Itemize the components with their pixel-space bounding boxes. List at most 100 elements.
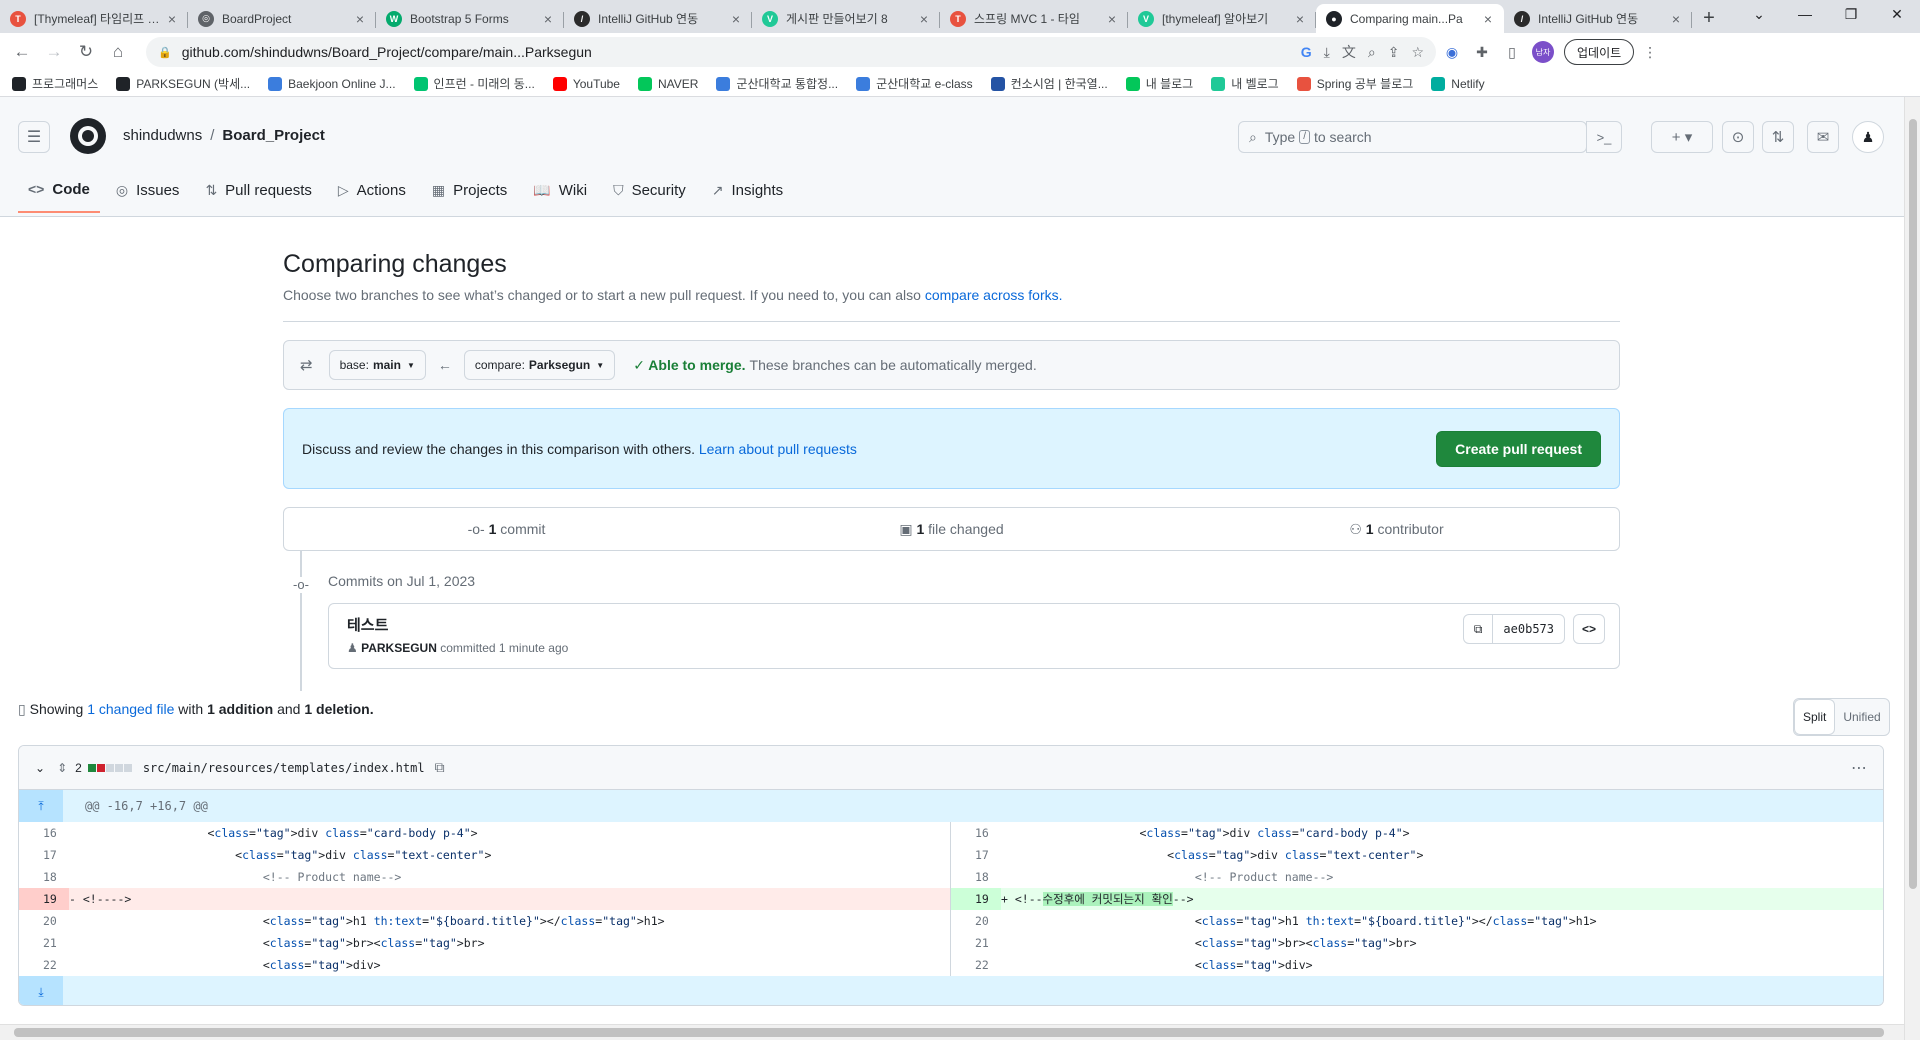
horizontal-scrollbar[interactable] bbox=[0, 1024, 1904, 1040]
repo-owner-link[interactable]: shindudwns bbox=[123, 127, 202, 144]
repo-tab-projects[interactable]: ▦ Projects bbox=[422, 167, 517, 213]
browser-tab[interactable]: / IntelliJ GitHub 연동 × bbox=[1504, 4, 1692, 33]
repo-tab-actions[interactable]: ▷ Actions bbox=[328, 167, 416, 213]
right-line-number[interactable]: 18 bbox=[951, 866, 1001, 888]
vertical-scrollbar[interactable] bbox=[1904, 97, 1920, 1040]
contributors-tab[interactable]: ⚇ 1 contributor bbox=[1174, 521, 1619, 538]
commit-author-link[interactable]: PARKSEGUN bbox=[361, 641, 437, 655]
repo-tab-issues[interactable]: ◎ Issues bbox=[106, 167, 190, 213]
lock-icon[interactable]: 🔒 bbox=[158, 46, 172, 59]
right-line-number[interactable]: 22 bbox=[951, 954, 1001, 976]
browser-tab[interactable]: W Bootstrap 5 Forms × bbox=[376, 4, 564, 33]
profile-avatar[interactable]: 남자 bbox=[1532, 41, 1554, 63]
collapse-chevron-icon[interactable]: ⌄ bbox=[35, 761, 45, 775]
tab-close-icon[interactable]: × bbox=[540, 11, 556, 27]
browser-tab[interactable]: ● Comparing main...Pa × bbox=[1316, 4, 1504, 33]
compare-branch-select[interactable]: compare: Parksegun ▼ bbox=[463, 350, 616, 380]
browser-tab[interactable]: V [thymeleaf] 알아보기 × bbox=[1128, 4, 1316, 33]
close-window-button[interactable]: ✕ bbox=[1874, 0, 1920, 30]
menu-dots-icon[interactable]: ⋮ bbox=[1636, 38, 1664, 66]
update-button[interactable]: 업데이트 bbox=[1564, 39, 1635, 65]
copy-sha-icon[interactable]: ⧉ bbox=[1464, 615, 1493, 643]
diff-file-path[interactable]: src/main/resources/templates/index.html bbox=[143, 761, 425, 775]
bookmark-item[interactable]: 프로그래머스 bbox=[12, 75, 98, 92]
forward-arrow-icon[interactable]: → bbox=[40, 38, 68, 66]
install-icon[interactable]: ⤓ bbox=[1324, 44, 1330, 61]
repo-tab-code[interactable]: <> Code bbox=[18, 167, 100, 213]
tab-close-icon[interactable]: × bbox=[728, 11, 744, 27]
zoom-icon[interactable]: ⌕ bbox=[1368, 44, 1376, 61]
bookmark-item[interactable]: 인프런 - 미래의 동... bbox=[413, 75, 535, 92]
repo-tab-insights[interactable]: ↗ Insights bbox=[702, 167, 793, 213]
puzzle-icon[interactable]: ✚ bbox=[1468, 38, 1496, 66]
expand-all-icon[interactable]: ⇕ bbox=[57, 761, 67, 775]
expand-up-icon[interactable]: ⤒ bbox=[19, 790, 63, 822]
repo-tab-pull-requests[interactable]: ⇅ Pull requests bbox=[195, 167, 321, 213]
learn-pr-link[interactable]: Learn about pull requests bbox=[699, 441, 857, 457]
google-icon[interactable]: G bbox=[1301, 44, 1312, 60]
left-line-number[interactable]: 20 bbox=[19, 910, 69, 932]
right-line-number[interactable]: 17 bbox=[951, 844, 1001, 866]
repo-tab-security[interactable]: ⛉ Security bbox=[603, 167, 696, 213]
copy-path-icon[interactable]: ⧉ bbox=[435, 759, 445, 776]
home-icon[interactable]: ⌂ bbox=[104, 38, 132, 66]
tab-close-icon[interactable]: × bbox=[1292, 11, 1308, 27]
back-arrow-icon[interactable]: ← bbox=[8, 38, 36, 66]
repo-name-link[interactable]: Board_Project bbox=[222, 127, 325, 144]
minimize-button[interactable]: — bbox=[1782, 0, 1828, 30]
browser-tab[interactable]: T 스프링 MVC 1 - 타임 × bbox=[940, 4, 1128, 33]
create-pull-request-button[interactable]: Create pull request bbox=[1436, 430, 1601, 467]
hamburger-menu-icon[interactable]: ☰ bbox=[18, 121, 50, 153]
browser-tab[interactable]: T [Thymeleaf] 타임리프 문법 × bbox=[0, 4, 188, 33]
search-input[interactable]: ⌕ Type / to search bbox=[1238, 121, 1587, 153]
tab-close-icon[interactable]: × bbox=[1668, 11, 1684, 27]
file-options-icon[interactable]: ⋯ bbox=[1851, 758, 1867, 778]
bookmark-item[interactable]: 내 블로그 bbox=[1125, 75, 1193, 92]
repo-tab-wiki[interactable]: 📖 Wiki bbox=[523, 167, 597, 213]
browser-tab[interactable]: ◎ BoardProject × bbox=[188, 4, 376, 33]
inbox-icon[interactable]: ✉ bbox=[1807, 121, 1839, 153]
browser-tab[interactable]: / IntelliJ GitHub 연동 × bbox=[564, 4, 752, 33]
left-line-number[interactable]: 21 bbox=[19, 932, 69, 954]
bookmark-item[interactable]: PARKSEGUN (박세... bbox=[116, 75, 250, 92]
right-line-number[interactable]: 21 bbox=[951, 932, 1001, 954]
commit-sha-link[interactable]: ae0b573 bbox=[1492, 615, 1564, 643]
tab-close-icon[interactable]: × bbox=[1480, 11, 1496, 27]
share-icon[interactable]: ⇪ bbox=[1388, 44, 1400, 61]
commits-tab[interactable]: -o- 1 commit bbox=[284, 521, 729, 537]
left-line-number[interactable]: 22 bbox=[19, 954, 69, 976]
reload-icon[interactable]: ↻ bbox=[72, 38, 100, 66]
bookmark-item[interactable]: 군산대학교 통합정... bbox=[716, 75, 838, 92]
create-new-button[interactable]: + ▾ bbox=[1651, 121, 1713, 153]
command-palette-icon[interactable]: >_ bbox=[1586, 121, 1622, 153]
bookmark-item[interactable]: 내 벨로그 bbox=[1211, 75, 1279, 92]
bookmark-item[interactable]: Netlify bbox=[1431, 76, 1485, 91]
translate-icon[interactable]: 文 bbox=[1342, 42, 1356, 62]
base-branch-select[interactable]: base: main ▼ bbox=[328, 350, 426, 380]
tab-close-icon[interactable]: × bbox=[916, 11, 932, 27]
browse-code-icon[interactable]: <> bbox=[1573, 614, 1605, 644]
pull-requests-icon[interactable]: ⇅ bbox=[1762, 121, 1794, 153]
bookmark-item[interactable]: 군산대학교 e-class bbox=[856, 75, 973, 92]
author-avatar[interactable]: ♟ bbox=[347, 641, 361, 655]
bookmark-item[interactable]: Baekjoon Online J... bbox=[268, 76, 396, 91]
browser-tab[interactable]: V 게시판 만들어보기 8 × bbox=[752, 4, 940, 33]
bookmark-item[interactable]: 컨소시엄 | 한국열... bbox=[990, 75, 1108, 92]
expand-down-icon[interactable]: ⤓ bbox=[19, 976, 63, 1005]
user-avatar[interactable]: ♟ bbox=[1852, 121, 1884, 153]
restore-button[interactable]: ❐ bbox=[1828, 0, 1874, 30]
left-line-number[interactable]: 18 bbox=[19, 866, 69, 888]
files-changed-tab[interactable]: ▣ 1 file changed bbox=[729, 521, 1174, 538]
left-line-number[interactable]: 16 bbox=[19, 822, 69, 844]
right-line-number[interactable]: 19 bbox=[951, 888, 1001, 910]
bookmark-star-icon[interactable]: ☆ bbox=[1411, 44, 1424, 61]
compare-forks-link[interactable]: compare across forks. bbox=[925, 287, 1063, 303]
extension-icon[interactable]: ◉ bbox=[1438, 38, 1466, 66]
address-bar[interactable]: 🔒 github.com/shindudwns/Board_Project/co… bbox=[146, 37, 1436, 67]
right-line-number[interactable]: 20 bbox=[951, 910, 1001, 932]
sidepanel-icon[interactable]: ▯ bbox=[1498, 38, 1526, 66]
tab-search-icon[interactable]: ⌄ bbox=[1736, 0, 1782, 30]
new-tab-button[interactable]: + bbox=[1692, 4, 1726, 33]
bookmark-item[interactable]: YouTube bbox=[552, 76, 620, 91]
tab-close-icon[interactable]: × bbox=[164, 11, 180, 27]
